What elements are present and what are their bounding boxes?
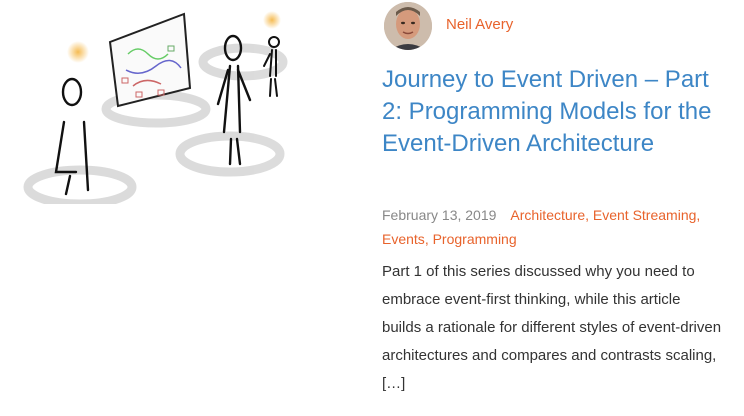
author-name-link[interactable]: Neil Avery: [446, 16, 513, 33]
author-avatar[interactable]: [384, 2, 432, 50]
post-title-link[interactable]: Journey to Event Driven – Part 2: Progra…: [382, 64, 732, 160]
post-date: February 13, 2019: [382, 207, 497, 223]
idea-glow-icon: [263, 11, 281, 29]
category-link-event-streaming[interactable]: Event Streaming: [593, 207, 697, 223]
person-sketch-icon: [216, 34, 252, 166]
post-excerpt: Part 1 of this series discussed why you …: [382, 263, 722, 392]
post-illustration[interactable]: [18, 4, 348, 204]
person-sketch-icon: [263, 36, 280, 97]
avatar-icon: [384, 2, 432, 50]
post-meta: February 13, 2019 Architecture, Event Str…: [382, 203, 722, 251]
idea-glow-icon: [67, 41, 89, 63]
category-link-architecture[interactable]: Architecture: [510, 207, 585, 223]
category-link-programming[interactable]: Programming: [433, 231, 517, 247]
category-separator: ,: [585, 207, 589, 223]
category-link-events[interactable]: Events: [382, 231, 425, 247]
category-separator: ,: [696, 207, 701, 223]
person-sketch-icon: [54, 77, 90, 196]
category-separator: ,: [424, 231, 429, 247]
